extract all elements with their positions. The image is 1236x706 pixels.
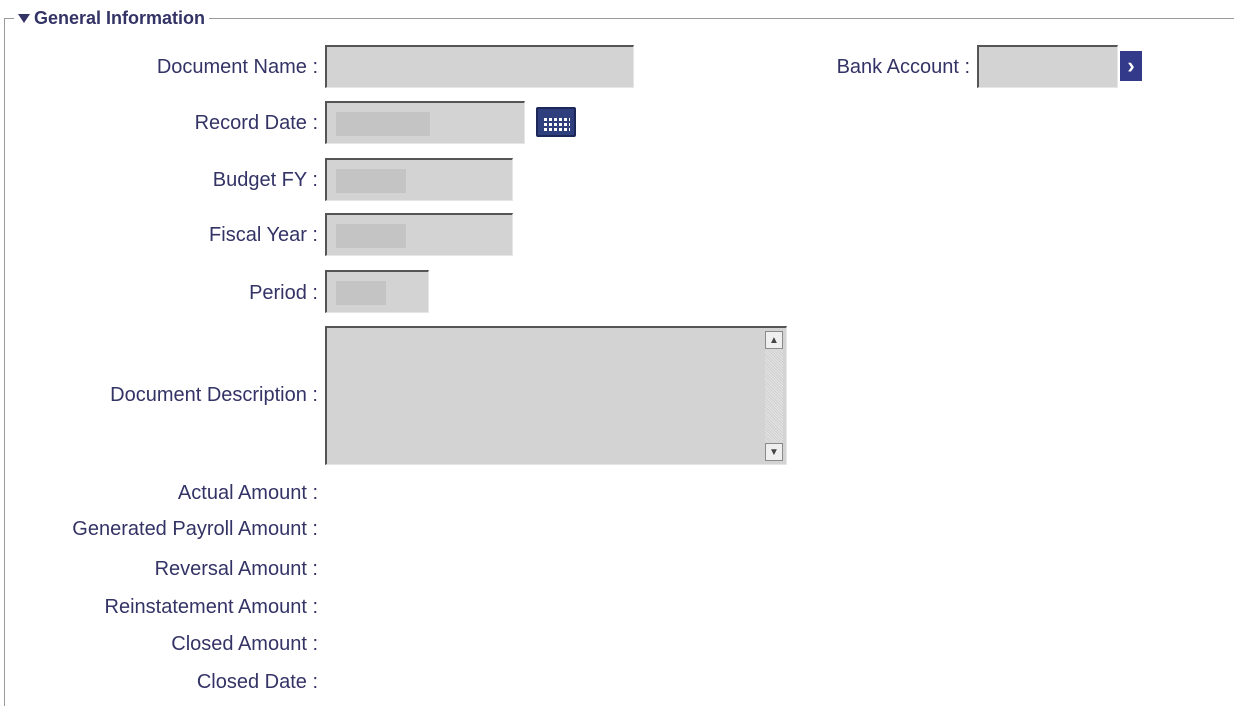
- bank-account-label: Bank Account :: [836, 56, 970, 78]
- redacted-value: [336, 281, 386, 305]
- fiscal-year-label: Fiscal Year :: [209, 224, 318, 246]
- generated-payroll-amount-label: Generated Payroll Amount :: [72, 518, 318, 540]
- budget-fy-label: Budget FY :: [212, 169, 318, 191]
- section-border-left: [4, 18, 5, 706]
- document-name-label: Document Name :: [156, 56, 318, 78]
- reinstatement-amount-label: Reinstatement Amount :: [104, 596, 318, 618]
- document-name-field[interactable]: [325, 45, 634, 88]
- bank-account-field[interactable]: [977, 45, 1118, 88]
- section-header-general-information[interactable]: General Information: [14, 6, 210, 30]
- section-title: General Information: [34, 7, 206, 28]
- period-label: Period :: [249, 282, 318, 304]
- calendar-icon[interactable]: [536, 107, 576, 137]
- document-description-textarea[interactable]: ▲ ▼: [325, 326, 787, 465]
- budget-fy-field[interactable]: [325, 158, 513, 201]
- redacted-value: [336, 169, 406, 193]
- scrollbar-track[interactable]: [765, 331, 783, 461]
- triangle-down-icon[interactable]: [18, 14, 30, 23]
- redacted-value: [336, 224, 406, 248]
- chevron-right-icon[interactable]: ›: [1120, 51, 1142, 81]
- record-date-label: Record Date :: [194, 112, 318, 134]
- scroll-down-icon[interactable]: ▼: [765, 443, 783, 461]
- fiscal-year-field[interactable]: [325, 213, 513, 256]
- closed-amount-label: Closed Amount :: [171, 633, 318, 655]
- reversal-amount-label: Reversal Amount :: [154, 558, 318, 580]
- actual-amount-label: Actual Amount :: [177, 482, 318, 504]
- document-description-label: Document Description :: [110, 384, 318, 406]
- scroll-up-icon[interactable]: ▲: [765, 331, 783, 349]
- redacted-value: [336, 112, 430, 136]
- closed-date-label: Closed Date :: [196, 671, 318, 693]
- record-date-field[interactable]: [325, 101, 525, 144]
- period-field[interactable]: [325, 270, 429, 313]
